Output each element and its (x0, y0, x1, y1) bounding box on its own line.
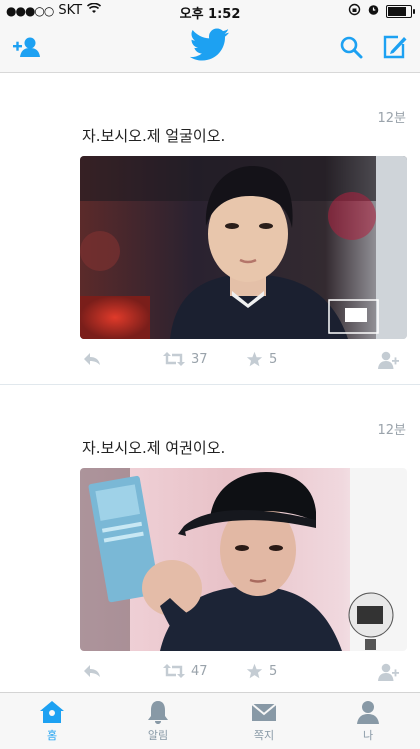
twitter-bird-icon (189, 28, 230, 61)
timeline-feed: 12분 자.보시오.제 얼굴이오. 37 5 12분 자.보시오.제 여권이오.… (0, 73, 420, 694)
like-count: 5 (269, 663, 278, 679)
tweet-text: 자.보시오.제 얼굴이오. (82, 127, 226, 145)
search-button[interactable] (334, 30, 368, 64)
tweet-timestamp: 12분 (377, 423, 406, 438)
follow-user-icon (378, 663, 399, 681)
tab-notifications[interactable]: 알림 (116, 699, 200, 743)
star-icon (246, 351, 263, 367)
add-user-button[interactable] (10, 30, 44, 64)
reply-icon (84, 353, 100, 365)
search-icon (340, 36, 363, 59)
retweet-button[interactable]: 37 (163, 351, 208, 367)
top-nav-bar (0, 22, 420, 73)
home-icon (40, 701, 64, 723)
reply-button[interactable] (82, 351, 102, 367)
like-count: 5 (269, 351, 278, 367)
envelope-icon (251, 703, 277, 721)
tweet-actions: 37 5 (80, 351, 407, 373)
compose-button[interactable] (378, 30, 412, 64)
tab-messages[interactable]: 쪽지 (222, 699, 306, 743)
tweet-actions: 47 5 (80, 663, 407, 685)
tab-home-label: 홈 (46, 729, 58, 742)
star-icon (246, 663, 263, 679)
follow-button[interactable] (377, 351, 399, 369)
twitter-logo (189, 28, 230, 64)
reply-icon (84, 665, 100, 677)
tab-notifications-label: 알림 (147, 729, 169, 742)
like-button[interactable]: 5 (246, 351, 277, 367)
tab-messages-label: 쪽지 (253, 729, 275, 742)
follow-user-icon (378, 351, 399, 369)
tweet-photo[interactable] (80, 156, 407, 339)
tweet-photo[interactable] (80, 468, 407, 651)
retweet-icon (163, 664, 185, 678)
retweet-button[interactable]: 47 (163, 663, 208, 679)
reply-button[interactable] (82, 663, 102, 679)
follow-button[interactable] (377, 663, 399, 681)
tweet-text: 자.보시오.제 여권이오. (82, 439, 226, 457)
tweet[interactable]: 12분 자.보시오.제 얼굴이오. 37 5 (0, 73, 420, 385)
bell-icon (148, 701, 168, 724)
rotation-lock-icon (348, 3, 361, 20)
add-user-icon (13, 37, 40, 57)
tweet[interactable]: 12분 자.보시오.제 여권이오. 47 5 (0, 385, 420, 694)
tab-me[interactable]: 나 (326, 699, 410, 743)
bottom-tab-bar: 홈 알림 쪽지 나 (0, 692, 420, 749)
tweet-timestamp: 12분 (377, 111, 406, 126)
retweet-count: 37 (191, 351, 208, 367)
alarm-icon (367, 3, 380, 20)
tab-me-label: 나 (362, 729, 374, 742)
compose-icon (383, 35, 407, 59)
person-icon (357, 701, 379, 724)
tab-home[interactable]: 홈 (10, 699, 94, 743)
retweet-icon (163, 352, 185, 366)
battery-icon (386, 5, 415, 18)
status-bar: ●●●○○ SKT 오후 1:52 (0, 0, 420, 22)
like-button[interactable]: 5 (246, 663, 277, 679)
retweet-count: 47 (191, 663, 208, 679)
